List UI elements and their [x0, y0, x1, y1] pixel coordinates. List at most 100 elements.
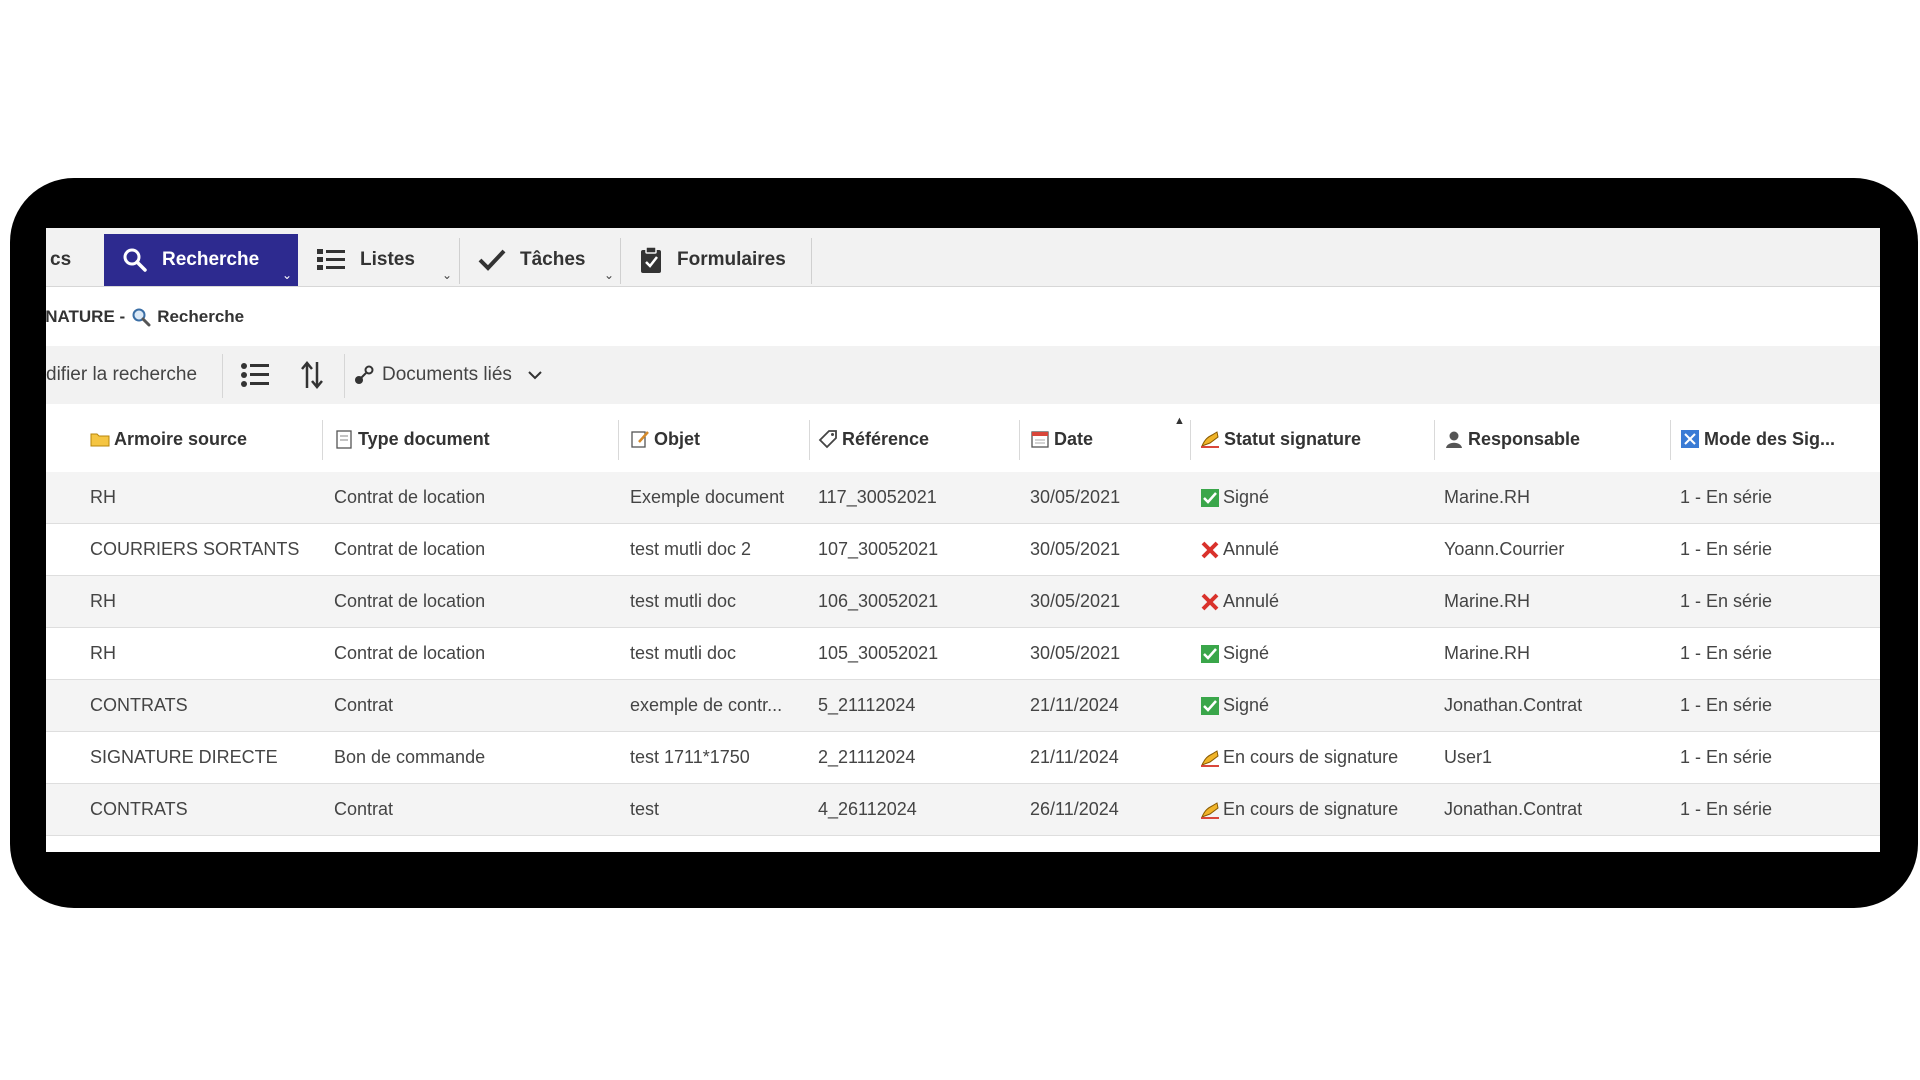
breadcrumb: GNATURE - Recherche — [46, 302, 244, 332]
column-header-mode[interactable]: Mode des Sig... — [1680, 406, 1835, 472]
tab-recherche[interactable]: Recherche ⌄ — [104, 234, 298, 286]
toolbar-divider — [222, 354, 223, 398]
cell-date: 30/05/2021 — [1030, 643, 1121, 663]
table-row[interactable]: CONTRATS Contrat exemple de contr... 5_2… — [46, 680, 1880, 732]
cross-icon — [1201, 541, 1219, 558]
clipboard-icon — [641, 246, 661, 273]
column-header-objet[interactable]: Objet — [630, 406, 700, 472]
results-toolbar: difier la recherche Documents liés — [46, 346, 1880, 404]
tab-label: Recherche — [162, 249, 260, 270]
cell-objet: exemple de contr... — [630, 695, 783, 715]
sort-button[interactable] — [300, 346, 324, 404]
tab-label: Formulaires — [677, 249, 786, 270]
cell-reference: 117_30052021 — [818, 487, 937, 507]
cell-mode: 1 - En série — [1680, 643, 1773, 663]
table-header: Armoire source Type document Objet Référ… — [46, 406, 1880, 473]
cell-responsable: Marine.RH — [1444, 643, 1531, 663]
cell-date: 26/11/2024 — [1030, 799, 1119, 819]
table-row[interactable]: CONTRATS Contrat test 4_26112024 26/11/2… — [46, 784, 1880, 836]
cell-statut: En cours de signature — [1200, 732, 1398, 783]
check-box-icon — [1201, 488, 1219, 507]
sort-icon — [301, 361, 323, 389]
search-icon — [132, 308, 151, 327]
signing-hand-icon — [1201, 749, 1219, 767]
column-divider[interactable] — [1434, 420, 1435, 460]
cell-responsable: User1 — [1444, 747, 1493, 767]
column-divider[interactable] — [1670, 420, 1671, 460]
column-divider[interactable] — [1190, 420, 1191, 460]
cell-reference: 5_21112024 — [818, 695, 916, 715]
column-header-statut[interactable]: Statut signature — [1200, 406, 1361, 472]
top-navigation: cs Recherche ⌄ Listes ⌄ Tâches ⌄ Formula… — [46, 228, 1880, 287]
cell-armoire: CONTRATS — [90, 799, 188, 819]
cell-objet: Exemple document — [630, 487, 785, 507]
column-divider[interactable] — [809, 420, 810, 460]
cell-type: Contrat — [334, 695, 394, 715]
tag-icon — [818, 430, 837, 449]
column-header-type[interactable]: Type document — [334, 406, 490, 472]
tab-formulaires[interactable]: Formulaires — [621, 234, 821, 286]
cell-type: Contrat de location — [334, 539, 486, 559]
cell-armoire: RH — [90, 643, 116, 663]
tab-taches[interactable]: Tâches ⌄ — [460, 234, 620, 286]
cell-reference: 2_21112024 — [818, 747, 916, 767]
cell-armoire: RH — [90, 487, 116, 507]
cell-statut: Annulé — [1200, 576, 1279, 627]
cell-type: Contrat de location — [334, 487, 486, 507]
cell-mode: 1 - En série — [1680, 539, 1773, 559]
breadcrumb-page[interactable]: Recherche — [157, 307, 244, 327]
cell-date: 30/05/2021 — [1030, 487, 1121, 507]
table-row[interactable]: RH Contrat de location test mutli doc 10… — [46, 576, 1880, 628]
app-screen: cs Recherche ⌄ Listes ⌄ Tâches ⌄ Formula… — [46, 228, 1880, 852]
list-icon — [317, 249, 345, 270]
linked-documents-button[interactable]: Documents liés — [354, 346, 542, 404]
chevron-down-icon[interactable]: ⌄ — [604, 268, 614, 282]
column-header-reference[interactable]: Référence — [818, 406, 929, 472]
cell-date: 21/11/2024 — [1030, 747, 1119, 767]
cell-mode: 1 - En série — [1680, 747, 1773, 767]
cell-responsable: Marine.RH — [1444, 591, 1531, 611]
list-view-button[interactable] — [240, 346, 270, 404]
cell-statut: Signé — [1200, 472, 1269, 523]
column-divider[interactable] — [1019, 420, 1020, 460]
cell-type: Contrat de location — [334, 643, 486, 663]
tab-divider — [811, 238, 812, 284]
cell-objet: test 1711*1750 — [630, 747, 750, 767]
tab-label: Tâches — [520, 249, 586, 270]
cell-statut: Signé — [1200, 680, 1269, 731]
column-divider[interactable] — [618, 420, 619, 460]
sort-indicator-icon[interactable]: ▲ — [1174, 388, 1185, 454]
column-header-armoire[interactable]: Armoire source — [90, 406, 247, 472]
check-icon — [478, 249, 506, 271]
table-row[interactable]: RH Contrat de location test mutli doc 10… — [46, 628, 1880, 680]
column-divider[interactable] — [322, 420, 323, 460]
document-icon — [336, 430, 352, 449]
linked-documents-label: Documents liés — [382, 364, 512, 385]
cell-responsable: Marine.RH — [1444, 487, 1531, 507]
tab-truncated[interactable]: cs — [46, 234, 102, 286]
check-box-icon — [1201, 696, 1219, 715]
table-row[interactable]: COURRIERS SORTANTS Contrat de location t… — [46, 524, 1880, 576]
table-row[interactable]: SIGNATURE DIRECTE Bon de commande test 1… — [46, 732, 1880, 784]
tab-label: Listes — [360, 249, 415, 270]
search-icon — [123, 248, 147, 272]
cell-reference: 4_26112024 — [818, 799, 917, 819]
cell-objet: test mutli doc 2 — [630, 539, 752, 559]
cell-armoire: CONTRATS — [90, 695, 188, 715]
column-header-responsable[interactable]: Responsable — [1444, 406, 1580, 472]
cell-mode: 1 - En série — [1680, 487, 1773, 507]
chevron-down-icon[interactable]: ⌄ — [442, 268, 452, 282]
column-header-date[interactable]: Date — [1030, 406, 1093, 472]
chevron-down-icon[interactable]: ⌄ — [282, 268, 292, 282]
table-row[interactable]: RH Contrat de location Exemple document … — [46, 472, 1880, 524]
cell-mode: 1 - En série — [1680, 591, 1773, 611]
tab-listes[interactable]: Listes ⌄ — [298, 234, 458, 286]
toolbar-divider — [344, 354, 345, 398]
cell-mode: 1 - En série — [1680, 695, 1773, 715]
modify-search-label: difier la recherche — [46, 364, 198, 385]
modify-search-button[interactable]: difier la recherche — [46, 346, 197, 404]
signing-hand-icon — [1201, 801, 1219, 819]
cell-date: 30/05/2021 — [1030, 591, 1121, 611]
tab-label: cs — [50, 249, 72, 270]
cell-objet: test mutli doc — [630, 591, 737, 611]
